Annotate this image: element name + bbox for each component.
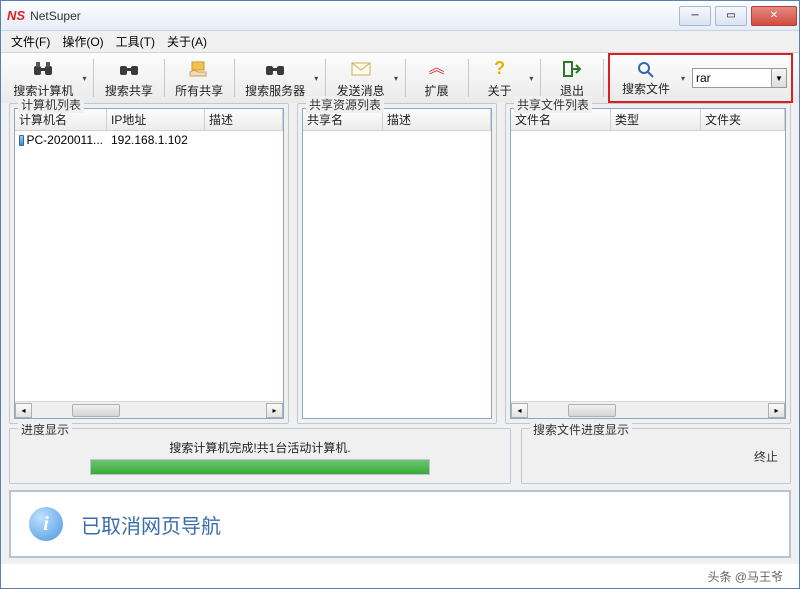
- table-row[interactable]: PC-2020011... 192.168.1.102: [15, 131, 283, 149]
- separator: [164, 59, 165, 97]
- computer-listview[interactable]: 计算机名 IP地址 描述 PC-2020011... 192.168.1.102…: [14, 108, 284, 419]
- lv-body: [303, 131, 491, 418]
- panel-file-list-legend: 共享文件列表: [514, 96, 592, 113]
- toolbar-search-share-label: 搜索共享: [105, 82, 153, 99]
- menu-operate[interactable]: 操作(O): [56, 31, 109, 52]
- minimize-button[interactable]: ─: [679, 6, 711, 26]
- info-message: 已取消网页导航: [81, 510, 221, 539]
- file-listview[interactable]: 文件名 类型 文件夹 ◂ ▸: [510, 108, 786, 419]
- search-input-dropdown[interactable]: ▼: [772, 68, 787, 88]
- titlebar: NS NetSuper ─ ▭ ✕: [1, 1, 799, 31]
- cell-desc: [205, 132, 283, 148]
- app-window: NS NetSuper ─ ▭ ✕ 文件(F) 操作(O) 工具(T) 关于(A…: [0, 0, 800, 589]
- search-file-area: 搜索文件 ▼: [608, 53, 793, 103]
- col-file-type[interactable]: 类型: [611, 109, 701, 130]
- scroll-thumb[interactable]: [568, 404, 616, 417]
- search-file-progress-legend: 搜索文件进度显示: [530, 421, 632, 438]
- lv-body: PC-2020011... 192.168.1.102: [15, 131, 283, 401]
- hand-folder-icon: [188, 58, 210, 80]
- close-button[interactable]: ✕: [751, 6, 797, 26]
- col-desc[interactable]: 描述: [205, 109, 283, 130]
- separator: [603, 59, 604, 97]
- toolbar-search-file-label: 搜索文件: [622, 80, 670, 97]
- cell-ip: 192.168.1.102: [107, 132, 205, 148]
- toolbar-search-file-dropdown[interactable]: [678, 57, 688, 99]
- panel-computer-list-legend: 计算机列表: [18, 96, 84, 113]
- scroll-left-button[interactable]: ◂: [511, 403, 528, 418]
- toolbar-send-msg-dropdown[interactable]: [391, 53, 400, 103]
- separator: [468, 59, 469, 97]
- scroll-right-button[interactable]: ▸: [266, 403, 283, 418]
- menu-about[interactable]: 关于(A): [161, 31, 213, 52]
- computer-icon: [19, 135, 24, 146]
- scroll-right-button[interactable]: ▸: [768, 403, 785, 418]
- progress-text: 搜索计算机完成!共1台活动计算机.: [18, 439, 502, 456]
- binoculars-icon: [118, 58, 140, 80]
- menu-tool[interactable]: 工具(T): [110, 31, 161, 52]
- separator: [325, 59, 326, 97]
- separator: [234, 59, 235, 97]
- binoculars-icon: [264, 58, 286, 80]
- question-icon: ?: [489, 58, 511, 80]
- toolbar-about-label: 关于: [488, 82, 512, 99]
- main-panels: 计算机列表 计算机名 IP地址 描述 PC-2020011... 192.168…: [1, 103, 799, 424]
- menubar: 文件(F) 操作(O) 工具(T) 关于(A): [1, 31, 799, 53]
- toolbar-search-server[interactable]: 搜索服务器: [239, 53, 312, 103]
- search-input[interactable]: [692, 68, 772, 88]
- magnifier-file-icon: [635, 59, 657, 78]
- cell-name: PC-2020011...: [15, 132, 107, 148]
- chevrons-up-icon: ︽: [426, 58, 448, 80]
- progress-panel: 进度显示 搜索计算机完成!共1台活动计算机.: [9, 428, 511, 484]
- share-listview[interactable]: 共享名 描述: [302, 108, 492, 419]
- envelope-icon: [350, 58, 372, 80]
- progress-bar: [90, 459, 430, 475]
- scroll-left-button[interactable]: ◂: [15, 403, 32, 418]
- toolbar-search-file[interactable]: 搜索文件: [614, 57, 678, 99]
- lv-body: [511, 131, 785, 401]
- bottom-area: 进度显示 搜索计算机完成!共1台活动计算机. 搜索文件进度显示 终止 i 已取消…: [1, 424, 799, 564]
- toolbar-all-shares-label: 所有共享: [175, 82, 223, 99]
- progress-row: 进度显示 搜索计算机完成!共1台活动计算机. 搜索文件进度显示 终止: [9, 428, 791, 484]
- search-input-wrapper: ▼: [692, 57, 787, 99]
- toolbar-expand[interactable]: ︽ 扩展: [410, 53, 464, 103]
- col-ip[interactable]: IP地址: [107, 109, 205, 130]
- panel-file-list: 共享文件列表 文件名 类型 文件夹 ◂ ▸: [505, 103, 791, 424]
- menu-file[interactable]: 文件(F): [5, 31, 56, 52]
- info-icon: i: [29, 507, 63, 541]
- h-scrollbar[interactable]: ◂ ▸: [511, 401, 785, 418]
- panel-share-list: 共享资源列表 共享名 描述: [297, 103, 497, 424]
- col-file-folder[interactable]: 文件夹: [701, 109, 785, 130]
- scroll-track[interactable]: [528, 403, 768, 418]
- panel-computer-list: 计算机列表 计算机名 IP地址 描述 PC-2020011... 192.168…: [9, 103, 289, 424]
- window-title: NetSuper: [30, 9, 81, 23]
- separator: [93, 59, 94, 97]
- progress-bar-fill: [91, 460, 429, 474]
- h-scrollbar[interactable]: ◂ ▸: [15, 401, 283, 418]
- stop-button[interactable]: 终止: [746, 434, 786, 479]
- panel-share-list-legend: 共享资源列表: [306, 96, 384, 113]
- progress-legend: 进度显示: [18, 421, 72, 438]
- footer-credit: 头条 @马王爷: [707, 568, 783, 585]
- separator: [540, 59, 541, 97]
- scroll-track[interactable]: [32, 403, 266, 418]
- info-panel: i 已取消网页导航: [9, 490, 791, 558]
- toolbar-search-server-label: 搜索服务器: [245, 82, 305, 99]
- window-controls: ─ ▭ ✕: [677, 2, 799, 30]
- app-logo-icon: NS: [7, 8, 25, 23]
- maximize-button[interactable]: ▭: [715, 6, 747, 26]
- exit-icon: [561, 58, 583, 80]
- toolbar: 搜索计算机 搜索共享 所有共享 搜索服务器: [1, 53, 799, 103]
- toolbar-search-share[interactable]: 搜索共享: [98, 53, 159, 103]
- cell-name-text: PC-2020011...: [27, 133, 104, 147]
- col-share-desc[interactable]: 描述: [383, 109, 491, 130]
- footer: 头条 @马王爷: [1, 564, 799, 588]
- toolbar-all-shares[interactable]: 所有共享: [168, 53, 229, 103]
- search-file-progress-panel: 搜索文件进度显示 终止: [521, 428, 791, 484]
- toolbar-expand-label: 扩展: [425, 82, 449, 99]
- scroll-thumb[interactable]: [72, 404, 120, 417]
- binoculars-icon: [32, 58, 54, 80]
- separator: [405, 59, 406, 97]
